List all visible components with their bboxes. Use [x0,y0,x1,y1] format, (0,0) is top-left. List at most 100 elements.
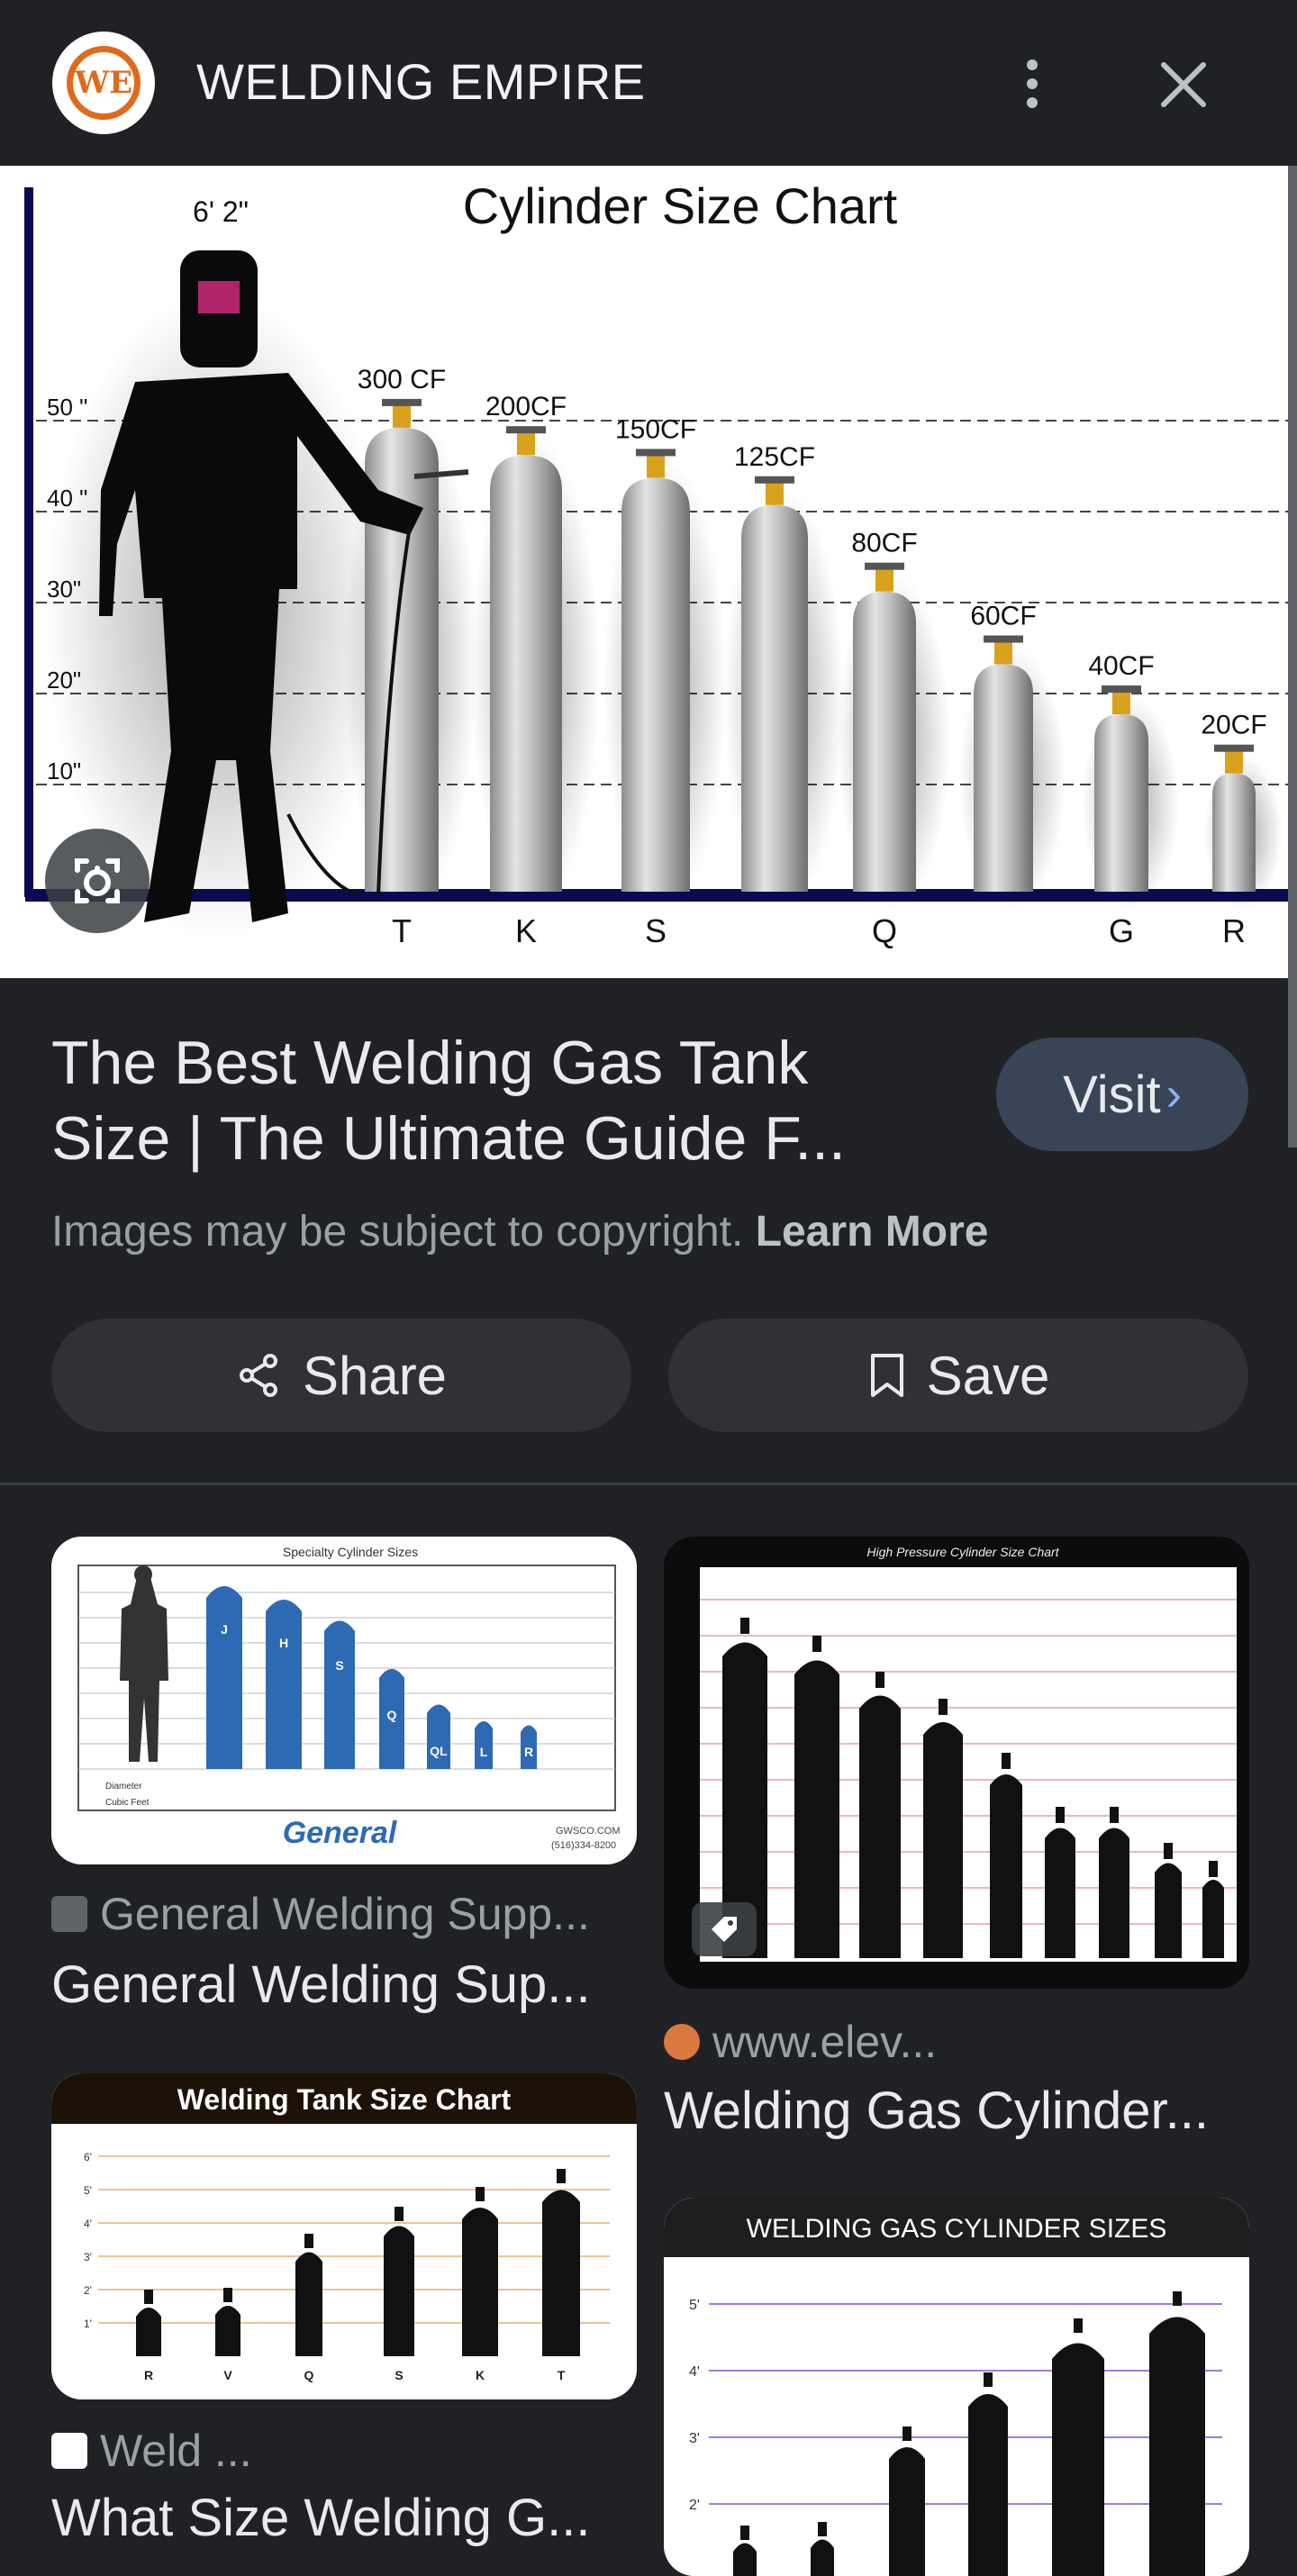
y-tick: 2' [689,2498,700,2513]
thumb-cylinder [889,2447,925,2576]
more-vert-icon[interactable] [1009,47,1056,121]
save-button[interactable]: Save [668,1319,1248,1432]
thumb-title: Specialty Cylinder Sizes [283,1545,418,1559]
cylinder-capacity-label: 125CF [734,442,815,472]
thumb-cylinder [733,2544,757,2576]
site-logo[interactable]: WE [52,32,155,134]
thumb-contact: GWSCO.COM [556,1826,621,1837]
thumb-cylinder-valve [939,1699,948,1715]
y-tick: 3' [84,2251,92,2263]
related-title[interactable]: Welding Gas Cylinder... [664,2081,1209,2141]
y-tick: 1' [84,2317,92,2330]
thumb-cylinder [990,1774,1022,1958]
cylinder-letter-label: T [392,912,412,949]
lens-icon [65,848,130,913]
brand-logo: General [283,1816,398,1850]
thumb-cylinder-letter: R [144,2368,153,2382]
thumb-cylinder [859,1696,901,1959]
thumb-cylinder-valve [1056,1807,1065,1823]
svg-text:QL: QL [430,1744,448,1758]
result-title[interactable]: The Best Welding Gas Tank Size | The Ult… [51,1025,952,1176]
section-divider [0,1483,1297,1485]
svg-text:Q: Q [387,1708,397,1722]
cylinder-200cf: 200CF [470,392,600,910]
lens-search-button[interactable] [45,829,150,933]
top-bar: WE WELDING EMPIRE [0,0,1297,168]
thumb-title: Welding Tank Size Chart [177,2083,512,2116]
thumb-cylinder-valve [144,2290,153,2304]
source-row[interactable]: General Welding Supp... [51,1888,590,1940]
thumb-cylinder-letter: Q [304,2368,314,2382]
copyright-notice: Images may be subject to copyright. Lear… [51,1207,988,1256]
thumb-cylinder-valve [812,1636,821,1652]
thumb-title: WELDING GAS CYLINDER SIZES [747,2214,1167,2244]
cylinder-150cf: 150CF [603,414,727,910]
result-title-line2: Size | The Ultimate Guide F... [51,1101,952,1176]
thumb-cylinder-valve [902,2426,912,2441]
thumb-cylinder: J [206,1586,242,1769]
learn-more-link[interactable]: Learn More [756,1208,989,1256]
related-card-thumbnail[interactable]: Specialty Cylinder Sizes JHSQQLLR Diamet… [51,1537,637,1864]
thumb-cylinder-valve [1164,1843,1173,1859]
copyright-text: Images may be subject to copyright. [51,1208,743,1256]
thumb-cylinder-valve [304,2234,313,2248]
thumb-cylinder [794,1661,839,1959]
thumb-cylinder-valve [818,2522,827,2536]
cylinder-capacity-label: 150CF [615,414,696,444]
thumb-cylinder-valve [1173,2291,1182,2306]
site-name[interactable]: WELDING EMPIRE [196,52,646,111]
cylinder-letter-label: G [1109,912,1134,949]
thumb-cylinder [1052,2344,1104,2576]
product-tag-icon [692,1902,757,1956]
visit-button[interactable]: Visit › [996,1038,1248,1151]
share-button[interactable]: Share [51,1319,631,1432]
site-favicon [664,2024,700,2060]
y-tick: 2' [84,2284,92,2297]
source-row[interactable]: www.elev... [664,2016,937,2068]
svg-text:Diameter: Diameter [105,1782,142,1791]
gas-cylinder-sizes-thumbnail: WELDING GAS CYLINDER SIZES 5'4'3'2' [664,2198,1249,2576]
thumb-cylinder [1045,1828,1075,1959]
related-card-thumbnail[interactable]: Welding Tank Size Chart 6'5'4'3'2'1' RVQ… [51,2073,637,2399]
cylinder-capacity-label: 40CF [1088,651,1154,681]
svg-text:J: J [221,1622,228,1637]
related-title[interactable]: What Size Welding G... [51,2488,591,2548]
thumb-cylinder-valve [984,2372,993,2387]
cylinder-20cf: 20CF [1201,711,1282,910]
thumb-cylinder [215,2306,240,2356]
cylinder-60cf: 60CF [959,602,1066,911]
cylinder-capacity-label: 200CF [485,392,567,422]
thumb-title: High Pressure Cylinder Size Chart [866,1545,1059,1559]
y-tick: 5' [84,2184,92,2197]
related-card-thumbnail[interactable]: WELDING GAS CYLINDER SIZES 5'4'3'2' [664,2198,1249,2576]
thumb-cylinder [295,2253,322,2357]
source-row[interactable]: Weld ... [51,2425,252,2477]
y-tick: 6' [84,2151,92,2163]
y-tick: 5' [689,2298,700,2313]
thumb-phone: (516)334-8200 [551,1840,616,1851]
specialty-cylinder-thumbnail: Specialty Cylinder Sizes JHSQQLLR Diamet… [51,1537,637,1864]
save-label: Save [927,1345,1050,1407]
thumb-cylinder [1099,1828,1129,1959]
visit-label: Visit [1063,1065,1161,1125]
thumb-cylinder-valve [740,1618,749,1634]
thumb-cylinder-valve [1209,1861,1218,1877]
main-image[interactable]: Cylinder Size Chart 50 "40 "30"20"10" 30… [0,166,1297,978]
thumb-cylinder-valve [740,2526,749,2540]
source-name: General Welding Supp... [100,1888,590,1940]
cylinder-size-chart: Cylinder Size Chart 50 "40 "30"20"10" 30… [0,166,1297,978]
thumb-cylinder: S [324,1621,355,1770]
related-title[interactable]: General Welding Sup... [51,1955,591,2015]
share-label: Share [303,1345,447,1407]
thumb-cylinder-letter: S [395,2368,403,2382]
thumb-cylinder [968,2394,1008,2576]
cylinder-capacity-label: 20CF [1201,711,1266,740]
y-tick: 3' [689,2431,700,2446]
close-icon[interactable] [1155,56,1212,113]
y-tick: 4' [84,2218,92,2230]
thumb-cylinder-valve [223,2288,232,2302]
thumb-cylinder [811,2540,834,2576]
scrollbar[interactable] [1288,166,1297,1147]
thumb-cylinder [136,2308,161,2356]
svg-text:Cubic Feet: Cubic Feet [105,1798,150,1808]
